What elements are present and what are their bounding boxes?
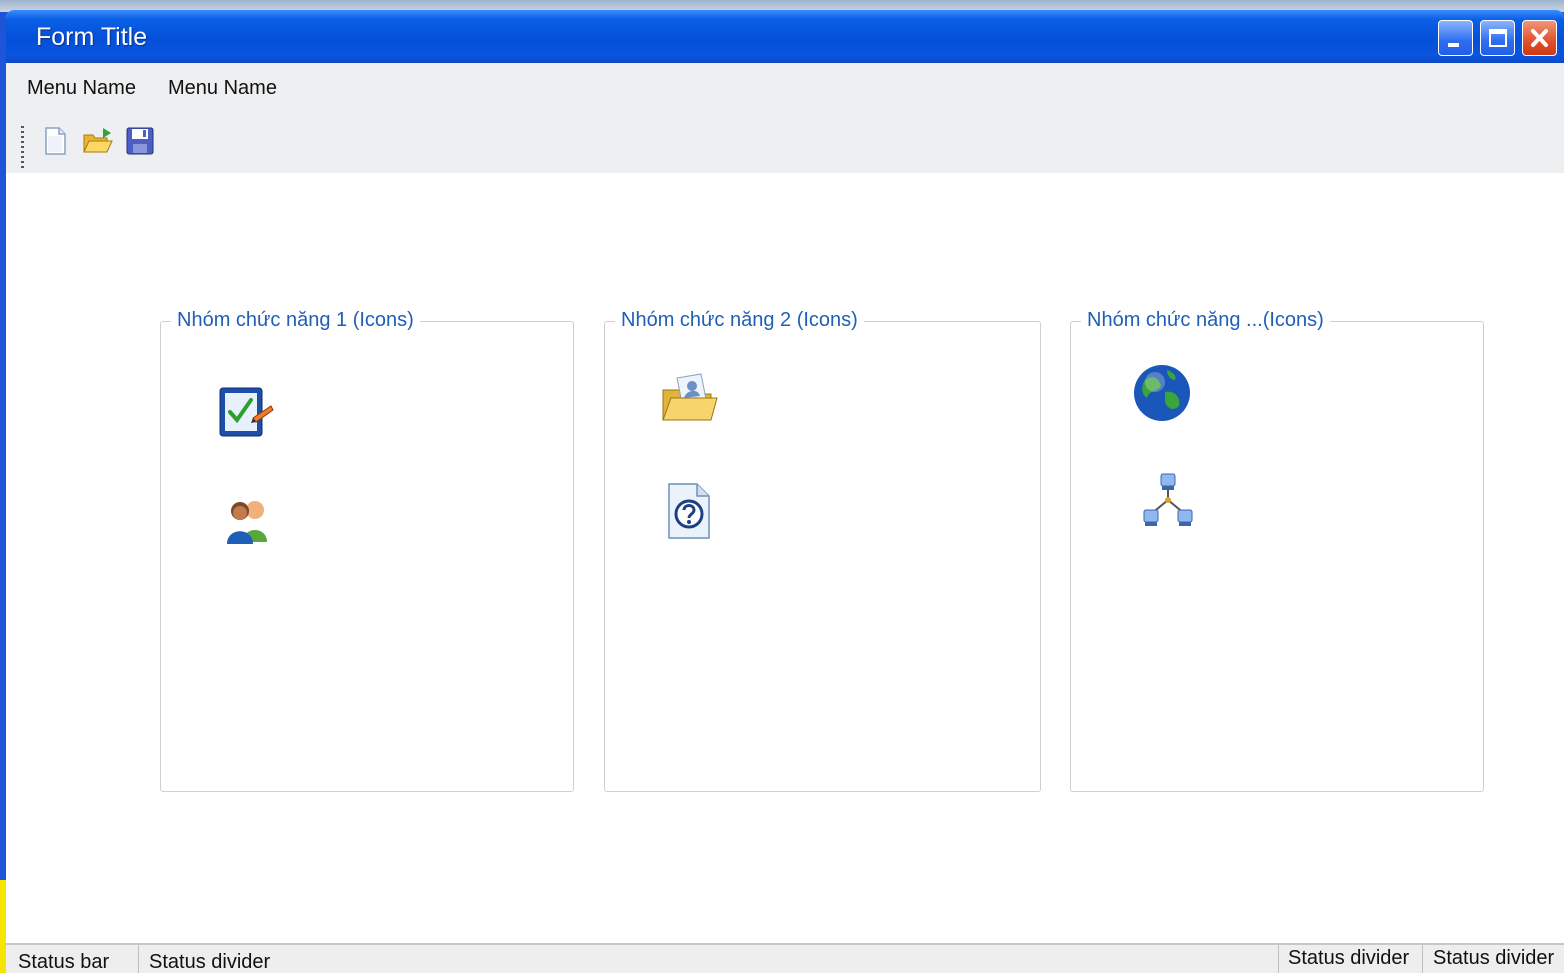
checklist-edit-icon[interactable] (215, 380, 277, 442)
toolbar (6, 118, 1564, 173)
group-title: Nhóm chức năng 2 (Icons) (615, 309, 864, 332)
group-title: Nhóm chức năng ...(Icons) (1081, 309, 1330, 332)
new-file-icon[interactable] (38, 124, 72, 158)
app-window: Form Title Menu Name Menu Name Nhóm chức… (6, 10, 1564, 973)
close-button[interactable] (1522, 20, 1557, 56)
function-group-3: Nhóm chức năng ...(Icons) (1070, 309, 1484, 792)
help-document-icon[interactable] (659, 480, 721, 542)
contact-folder-icon[interactable] (659, 368, 721, 430)
network-icon[interactable] (1137, 470, 1199, 532)
minimize-icon (1448, 43, 1459, 47)
status-separator (1278, 945, 1279, 973)
save-icon[interactable] (123, 124, 157, 158)
maximize-button[interactable] (1480, 20, 1515, 56)
status-bar: Status bar Status divider Status divider… (6, 943, 1564, 973)
menu-bar: Menu Name Menu Name (6, 63, 1564, 118)
maximize-icon (1489, 29, 1507, 47)
status-separator (138, 945, 139, 973)
menu-item-1[interactable]: Menu Name (27, 77, 136, 100)
toolbar-grip[interactable] (21, 126, 24, 168)
users-icon[interactable] (219, 490, 281, 552)
function-group-1: Nhóm chức năng 1 (Icons) (160, 309, 574, 792)
status-panel: Status divider (1433, 947, 1555, 969)
title-bar[interactable]: Form Title (6, 10, 1564, 63)
status-separator (1422, 945, 1423, 973)
close-icon (1531, 29, 1548, 47)
status-panel: Status divider (149, 951, 271, 973)
window-title: Form Title (36, 23, 148, 51)
minimize-button[interactable] (1438, 20, 1473, 56)
globe-icon[interactable] (1131, 362, 1193, 424)
main-content: Nhóm chức năng 1 (Icons) Nhóm chức năng … (6, 173, 1564, 943)
status-panel: Status divider (1288, 947, 1410, 969)
group-title: Nhóm chức năng 1 (Icons) (171, 309, 420, 332)
function-group-2: Nhóm chức năng 2 (Icons) (604, 309, 1041, 792)
status-text: Status bar (18, 951, 110, 973)
open-folder-icon[interactable] (81, 124, 115, 158)
menu-item-2[interactable]: Menu Name (168, 77, 277, 100)
